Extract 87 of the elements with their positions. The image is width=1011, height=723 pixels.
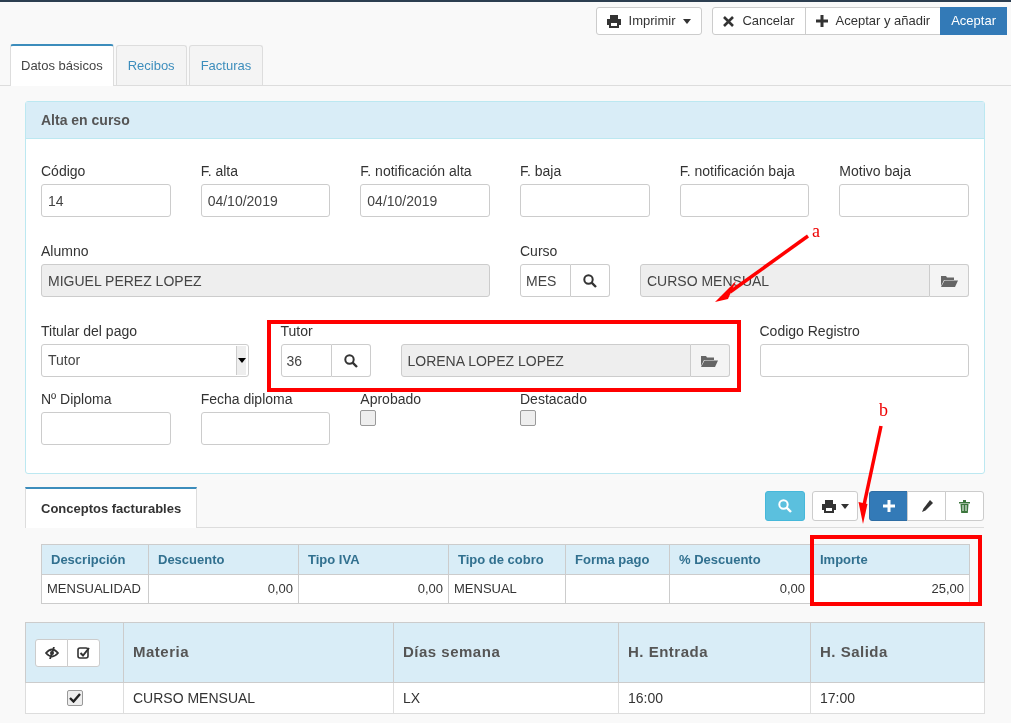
cancel-button[interactable]: Cancelar bbox=[712, 7, 806, 35]
table-cell: MENSUALIDAD bbox=[41, 574, 149, 604]
column-header[interactable]: Tipo IVA bbox=[298, 544, 449, 575]
annotation-label: a bbox=[812, 221, 820, 241]
folder-button[interactable] bbox=[930, 264, 969, 297]
edit-button[interactable] bbox=[907, 491, 946, 521]
field-label: Alumno bbox=[41, 242, 89, 260]
printer-icon bbox=[821, 499, 836, 513]
field-label: F. alta bbox=[200, 162, 238, 180]
field-label: Aprobado bbox=[360, 390, 422, 408]
field-label: Fecha diploma bbox=[200, 390, 293, 408]
field-label: Destacado bbox=[520, 390, 587, 408]
close-icon bbox=[723, 15, 735, 27]
add-button[interactable] bbox=[869, 491, 908, 521]
field-label: F. baja bbox=[520, 162, 562, 180]
plus-icon bbox=[882, 500, 895, 512]
input-field[interactable] bbox=[839, 184, 969, 217]
search-icon bbox=[583, 273, 597, 288]
field-label: Motivo baja bbox=[839, 162, 911, 180]
table-cell: 16:00 bbox=[618, 682, 811, 714]
pencil-icon bbox=[920, 500, 933, 512]
field-label: Código bbox=[41, 162, 86, 180]
table-cell: 0,00 bbox=[298, 574, 449, 604]
tab[interactable]: Datos básicos bbox=[10, 44, 114, 86]
code-field[interactable]: MES bbox=[520, 264, 571, 297]
plus-icon bbox=[815, 15, 828, 27]
field-label: Tutor bbox=[280, 322, 313, 340]
input-field[interactable]: 04/10/2019 bbox=[360, 184, 490, 217]
code-field[interactable]: 36 bbox=[280, 344, 332, 377]
field-label: F. notificación baja bbox=[679, 162, 795, 180]
name-field[interactable]: LORENA LOPEZ LOPEZ bbox=[400, 344, 691, 377]
search-button[interactable] bbox=[331, 344, 371, 377]
panel-title: Alta en curso bbox=[26, 102, 984, 139]
input-field[interactable]: 14 bbox=[41, 184, 171, 217]
checkbox[interactable] bbox=[360, 410, 377, 426]
folder-icon bbox=[940, 274, 958, 287]
column-header[interactable]: Tipo de cobro bbox=[448, 544, 566, 575]
folder-icon bbox=[701, 354, 718, 367]
search-icon bbox=[343, 353, 358, 368]
table-cell: 0,00 bbox=[148, 574, 299, 604]
print-button[interactable]: Imprimir bbox=[595, 7, 703, 35]
eye-slash-icon bbox=[44, 646, 59, 659]
input-field[interactable] bbox=[679, 184, 810, 217]
check-square-icon bbox=[77, 646, 90, 659]
column-header[interactable]: Descripción bbox=[41, 544, 149, 575]
column-header[interactable]: Forma pago bbox=[565, 544, 670, 575]
field-label: Titular del pago bbox=[41, 322, 137, 340]
column-header[interactable]: H. Entrada bbox=[618, 622, 811, 683]
input-field[interactable]: MIGUEL PEREZ LOPEZ bbox=[41, 264, 490, 297]
annotation-label: b bbox=[879, 400, 888, 420]
delete-button[interactable] bbox=[945, 491, 984, 521]
search-button[interactable] bbox=[571, 264, 610, 297]
search-icon bbox=[778, 499, 792, 513]
column-header[interactable]: Descuento bbox=[148, 544, 299, 575]
table-cell: LX bbox=[393, 682, 619, 714]
select-all-button[interactable] bbox=[67, 638, 100, 667]
trash-icon bbox=[959, 499, 970, 513]
accept-and-add-button[interactable]: Aceptar y añadir bbox=[804, 7, 942, 35]
column-header[interactable]: Materia bbox=[123, 622, 394, 683]
folder-button[interactable] bbox=[690, 344, 730, 377]
checkbox[interactable] bbox=[66, 689, 83, 706]
table-cell: 0,00 bbox=[669, 574, 811, 604]
field-label: Curso bbox=[520, 242, 558, 260]
hide-button[interactable] bbox=[35, 638, 68, 667]
column-header[interactable]: Días semana bbox=[393, 622, 619, 683]
table-cell: 17:00 bbox=[810, 682, 985, 714]
input-field[interactable] bbox=[520, 184, 650, 217]
caret-icon bbox=[840, 503, 849, 509]
input-field[interactable] bbox=[41, 412, 171, 445]
dropdown[interactable]: Tutor bbox=[41, 344, 249, 377]
field-label: Nº Diploma bbox=[41, 390, 112, 408]
caret-icon bbox=[683, 18, 692, 24]
column-header[interactable]: H. Salida bbox=[810, 622, 985, 683]
input-field[interactable] bbox=[200, 412, 331, 445]
printer-icon bbox=[606, 14, 621, 28]
print-button[interactable] bbox=[812, 491, 858, 521]
tab[interactable]: Conceptos facturables bbox=[25, 487, 198, 528]
caret-icon bbox=[237, 358, 246, 363]
input-field[interactable] bbox=[759, 344, 969, 377]
field-label: F. notificación alta bbox=[360, 162, 472, 180]
field-label: Codigo Registro bbox=[759, 322, 860, 340]
column-header[interactable]: % Descuento bbox=[669, 544, 811, 575]
table-cell: CURSO MENSUAL bbox=[123, 682, 394, 714]
table-cell: MENSUAL bbox=[448, 574, 566, 604]
input-field[interactable]: 04/10/2019 bbox=[200, 184, 331, 217]
checkbox[interactable] bbox=[520, 410, 536, 426]
accept-button[interactable]: Aceptar bbox=[940, 7, 1007, 35]
